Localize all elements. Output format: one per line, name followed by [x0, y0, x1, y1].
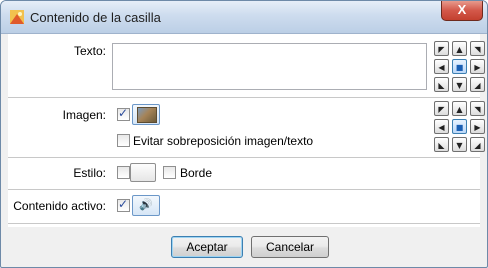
- img-align-middle-right-button[interactable]: ▶: [470, 119, 485, 134]
- align-top-center-button[interactable]: ▲: [452, 41, 467, 56]
- align-bottom-left-button[interactable]: ◣: [434, 77, 449, 92]
- contenido-activo-label: Contenido activo:: [13, 199, 106, 213]
- button-bar: Aceptar Cancelar: [8, 227, 480, 264]
- align-bottom-center-button[interactable]: ▼: [452, 77, 467, 92]
- speaker-button[interactable]: 🔊: [132, 195, 160, 216]
- img-align-top-right-button[interactable]: ◥: [470, 101, 485, 116]
- img-align-center-button[interactable]: ■: [452, 119, 467, 134]
- border-checkbox[interactable]: [163, 166, 176, 179]
- window-title: Contenido de la casilla: [30, 10, 161, 25]
- texto-alignment-grid: ◤ ▲ ◥ ◀ ■ ▶ ◣ ▼ ◢: [434, 41, 487, 95]
- speaker-icon: 🔊: [139, 198, 153, 211]
- accept-button[interactable]: Aceptar: [171, 236, 243, 258]
- estilo-checkbox[interactable]: [117, 166, 130, 179]
- imagen-checkbox[interactable]: [117, 106, 130, 121]
- imagen-row: Imagen: Evitar sobreposición imagen/text…: [8, 98, 485, 156]
- image-picker-button[interactable]: [132, 104, 160, 125]
- dialog-content: Texto: ◤ ▲ ◥ ◀ ■ ▶ ◣ ▼ ◢ Imagen: Evit: [8, 34, 485, 264]
- img-align-bottom-left-button[interactable]: ◣: [434, 137, 449, 152]
- img-align-top-center-button[interactable]: ▲: [452, 101, 467, 116]
- estilo-row: Estilo: Borde: [8, 158, 480, 188]
- align-middle-right-button[interactable]: ▶: [470, 59, 485, 74]
- app-icon: [10, 10, 24, 24]
- texto-input[interactable]: [112, 43, 427, 90]
- avoid-overlap-label: Evitar sobreposición imagen/texto: [133, 134, 314, 148]
- img-align-top-left-button[interactable]: ◤: [434, 101, 449, 116]
- style-swatch-button[interactable]: [130, 163, 156, 182]
- title-bar[interactable]: Contenido de la casilla X: [1, 1, 487, 34]
- img-align-middle-left-button[interactable]: ◀: [434, 119, 449, 134]
- estilo-label: Estilo:: [73, 166, 106, 180]
- align-center-button[interactable]: ■: [452, 59, 467, 74]
- align-middle-left-button[interactable]: ◀: [434, 59, 449, 74]
- dialog-window: Contenido de la casilla X Texto: ◤ ▲ ◥ ◀…: [0, 0, 488, 268]
- texto-row: Texto: ◤ ▲ ◥ ◀ ■ ▶ ◣ ▼ ◢: [8, 34, 485, 96]
- align-bottom-right-button[interactable]: ◢: [470, 77, 485, 92]
- align-top-right-button[interactable]: ◥: [470, 41, 485, 56]
- imagen-alignment-grid: ◤ ▲ ◥ ◀ ■ ▶ ◣ ▼ ◢: [434, 101, 487, 155]
- cancel-button[interactable]: Cancelar: [251, 236, 329, 258]
- imagen-label: Imagen:: [62, 108, 106, 122]
- avoid-overlap-checkbox[interactable]: [117, 134, 130, 147]
- align-top-left-button[interactable]: ◤: [434, 41, 449, 56]
- img-align-bottom-center-button[interactable]: ▼: [452, 137, 467, 152]
- close-button[interactable]: X: [441, 1, 483, 21]
- texto-label: Texto:: [73, 44, 106, 58]
- image-thumbnail: [137, 107, 157, 123]
- img-align-bottom-right-button[interactable]: ◢: [470, 137, 485, 152]
- contenido-activo-checkbox[interactable]: [117, 197, 130, 212]
- border-label: Borde: [180, 166, 213, 180]
- contenido-activo-row: Contenido activo: 🔊: [8, 190, 480, 222]
- divider: [8, 223, 480, 224]
